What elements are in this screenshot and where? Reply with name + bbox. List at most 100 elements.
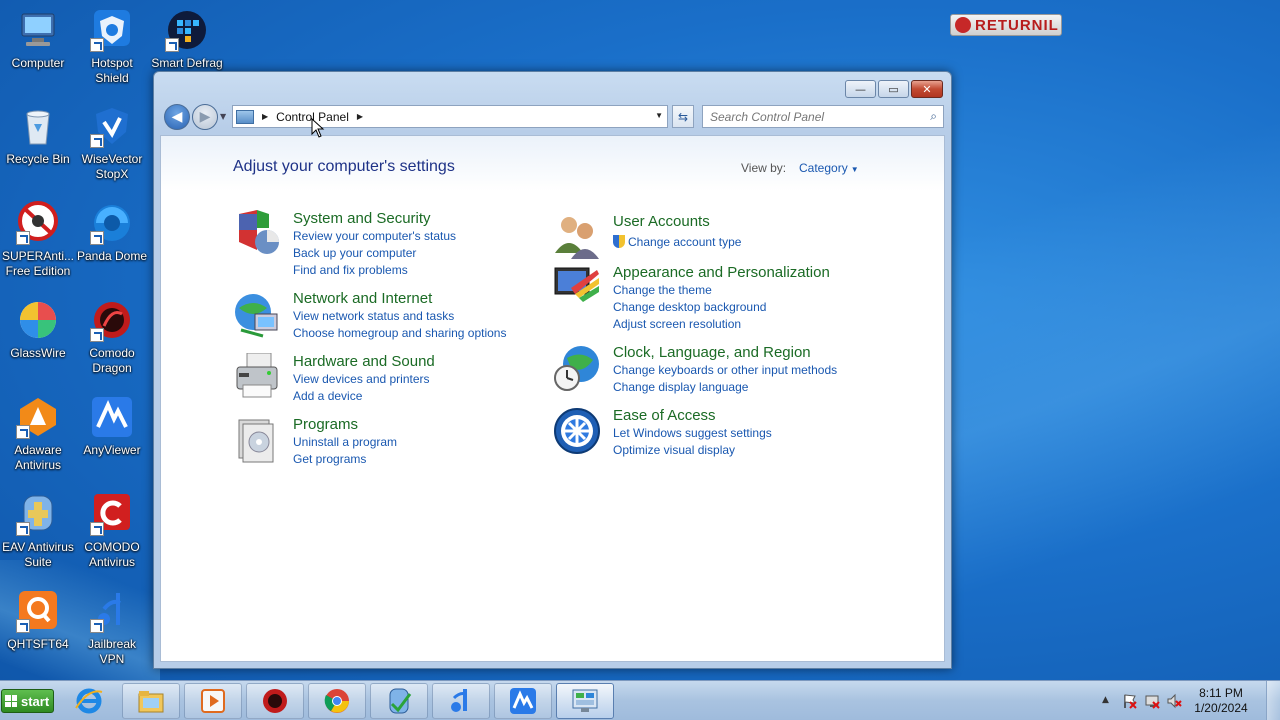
desktop-icon-anyviewer[interactable]: AnyViewer [74, 395, 150, 458]
desktop-icon-label: Comodo Dragon [89, 346, 135, 375]
taskbar-file-explorer[interactable] [122, 683, 180, 719]
desktop-icon-jailbreak-vpn[interactable]: Jailbreak VPN [74, 589, 150, 667]
category-title[interactable]: User Accounts [613, 213, 710, 230]
category-title[interactable]: Ease of Access [613, 407, 716, 424]
desktop-icon-recycle-bin[interactable]: Recycle Bin [0, 104, 76, 167]
returnil-label: RETURNIL [975, 16, 1059, 34]
taskbar-comodo-dragon[interactable] [246, 683, 304, 719]
link-get-programs[interactable]: Get programs [293, 452, 366, 466]
desktop-icon-adaware[interactable]: Adaware Antivirus [0, 395, 76, 473]
link-find-fix-problems[interactable]: Find and fix problems [293, 263, 408, 277]
search-input[interactable]: Search Control Panel ⌕ [702, 105, 944, 128]
desktop-icon-smart-defrag[interactable]: Smart Defrag [149, 8, 225, 71]
refresh-icon: ⇆ [677, 109, 689, 124]
breadcrumb-chevron-icon[interactable]: ▶ [357, 112, 363, 121]
network-icon[interactable] [1144, 693, 1160, 709]
desktop-icon-label: Panda Dome [76, 249, 148, 263]
desktop-icon-computer[interactable]: Computer [0, 8, 76, 71]
adaware-icon [16, 395, 60, 439]
clock-time: 8:11 PM [1199, 686, 1243, 700]
recent-pages-dropdown[interactable]: ▼ [220, 112, 226, 121]
desktop-icon-comodo-dragon[interactable]: Comodo Dragon [74, 298, 150, 376]
action-center-flag-icon[interactable] [1122, 693, 1138, 709]
internet-explorer-icon [75, 688, 103, 714]
address-bar[interactable]: ▶ Control Panel ▶ ▼ [232, 105, 668, 128]
address-dropdown-icon[interactable]: ▼ [655, 111, 663, 120]
category-title[interactable]: Appearance and Personalization [613, 264, 830, 281]
comodo-antivirus-icon [90, 492, 134, 536]
system-tray: ▲ 8:11 PM 1/20/2024 [1090, 681, 1280, 720]
link-optimize-display[interactable]: Optimize visual display [613, 443, 735, 457]
link-add-device[interactable]: Add a device [293, 389, 362, 403]
comodo-dragon-icon [263, 689, 287, 713]
link-homegroup-sharing[interactable]: Choose homegroup and sharing options [293, 326, 506, 340]
desktop-icon-glasswire[interactable]: GlassWire [0, 298, 76, 361]
link-devices-printers[interactable]: View devices and printers [293, 372, 430, 386]
desktop-icon-wisevector[interactable]: WiseVector StopX [74, 104, 150, 182]
view-by-dropdown[interactable]: Category ▼ [799, 161, 859, 175]
taskbar-media-player[interactable] [184, 683, 242, 719]
clock[interactable]: 8:11 PM 1/20/2024 [1186, 686, 1256, 716]
comodo-dragon-icon [90, 298, 134, 342]
start-button[interactable]: start [1, 689, 54, 713]
desktop-icon-label: Computer [11, 56, 65, 70]
taskbar-internet-explorer[interactable] [60, 683, 118, 719]
returnil-badge[interactable]: RETURNIL [950, 14, 1062, 36]
navigation-bar: ◀ ▶ ▼ ▶ Control Panel ▶ ▼ ⇆ Search Contr… [162, 102, 944, 132]
link-view-network-status[interactable]: View network status and tasks [293, 309, 454, 323]
taskbar-control-panel[interactable] [556, 683, 614, 719]
category-title[interactable]: Clock, Language, and Region [613, 344, 811, 361]
jailbreak-vpn-icon [90, 589, 134, 633]
volume-muted-icon[interactable] [1166, 693, 1182, 709]
taskbar-jailbreak-vpn[interactable] [432, 683, 490, 719]
desktop-icon-qhtsft64[interactable]: QHTSFT64 [0, 589, 76, 652]
chrome-icon [324, 689, 349, 713]
eav-antivirus-icon [389, 688, 412, 714]
link-suggest-settings[interactable]: Let Windows suggest settings [613, 426, 772, 440]
category-title[interactable]: Network and Internet [293, 290, 432, 307]
anyviewer-icon [90, 395, 134, 439]
link-uninstall-program[interactable]: Uninstall a program [293, 435, 397, 449]
desktop-icon-panda-dome[interactable]: Panda Dome [74, 201, 150, 264]
show-hidden-icons-icon[interactable]: ▲ [1102, 695, 1109, 705]
desktop-icon-superantispyware[interactable]: SUPERAnti... Free Edition [0, 201, 76, 279]
taskbar-anyviewer[interactable] [494, 683, 552, 719]
back-arrow-icon: ◀ [171, 109, 183, 125]
category-title[interactable]: Programs [293, 416, 358, 433]
taskbar: start ▲ 8:11 PM 1/20/2024 [0, 680, 1280, 720]
taskbar-chrome[interactable] [308, 683, 366, 719]
wallpaper-streak [950, 0, 1280, 680]
link-change-account-type[interactable]: Change account type [613, 235, 741, 249]
taskbar-eav-antivirus[interactable] [370, 683, 428, 719]
link-change-keyboards[interactable]: Change keyboards or other input methods [613, 363, 837, 377]
search-icon[interactable]: ⌕ [930, 109, 937, 124]
link-display-language[interactable]: Change display language [613, 380, 748, 394]
show-desktop-button[interactable] [1266, 681, 1280, 720]
minimize-button[interactable]: — [845, 80, 876, 98]
uac-shield-icon [613, 235, 625, 248]
back-button[interactable]: ◀ [164, 104, 190, 130]
control-panel-icon [236, 109, 254, 124]
link-desktop-background[interactable]: Change desktop background [613, 300, 766, 314]
desktop-icon-eav-antivirus[interactable]: EAV Antivirus Suite [0, 492, 76, 570]
forward-arrow-icon: ▶ [199, 109, 211, 125]
category-title[interactable]: System and Security [293, 210, 431, 227]
desktop-icon-label: Smart Defrag [151, 56, 223, 70]
breadcrumb-chevron-icon[interactable]: ▶ [262, 112, 268, 121]
link-review-status[interactable]: Review your computer's status [293, 229, 456, 243]
hardware-sound-icon [233, 352, 281, 401]
forward-button[interactable]: ▶ [192, 104, 218, 130]
close-button[interactable]: ✕ [911, 80, 943, 98]
refresh-button[interactable]: ⇆ [672, 105, 694, 128]
chevron-down-icon: ▼ [850, 165, 859, 174]
maximize-button[interactable]: ▭ [878, 80, 909, 98]
desktop-icon-label: EAV Antivirus Suite [2, 540, 74, 569]
desktop-icon-label: Recycle Bin [6, 152, 70, 166]
desktop-icon-comodo-antivirus[interactable]: COMODO Antivirus [74, 492, 150, 570]
file-explorer-icon [138, 691, 164, 713]
desktop-icon-hotspot-shield[interactable]: Hotspot Shield [74, 8, 150, 86]
link-screen-resolution[interactable]: Adjust screen resolution [613, 317, 741, 331]
category-title[interactable]: Hardware and Sound [293, 353, 435, 370]
link-back-up[interactable]: Back up your computer [293, 246, 416, 260]
link-change-theme[interactable]: Change the theme [613, 283, 712, 297]
